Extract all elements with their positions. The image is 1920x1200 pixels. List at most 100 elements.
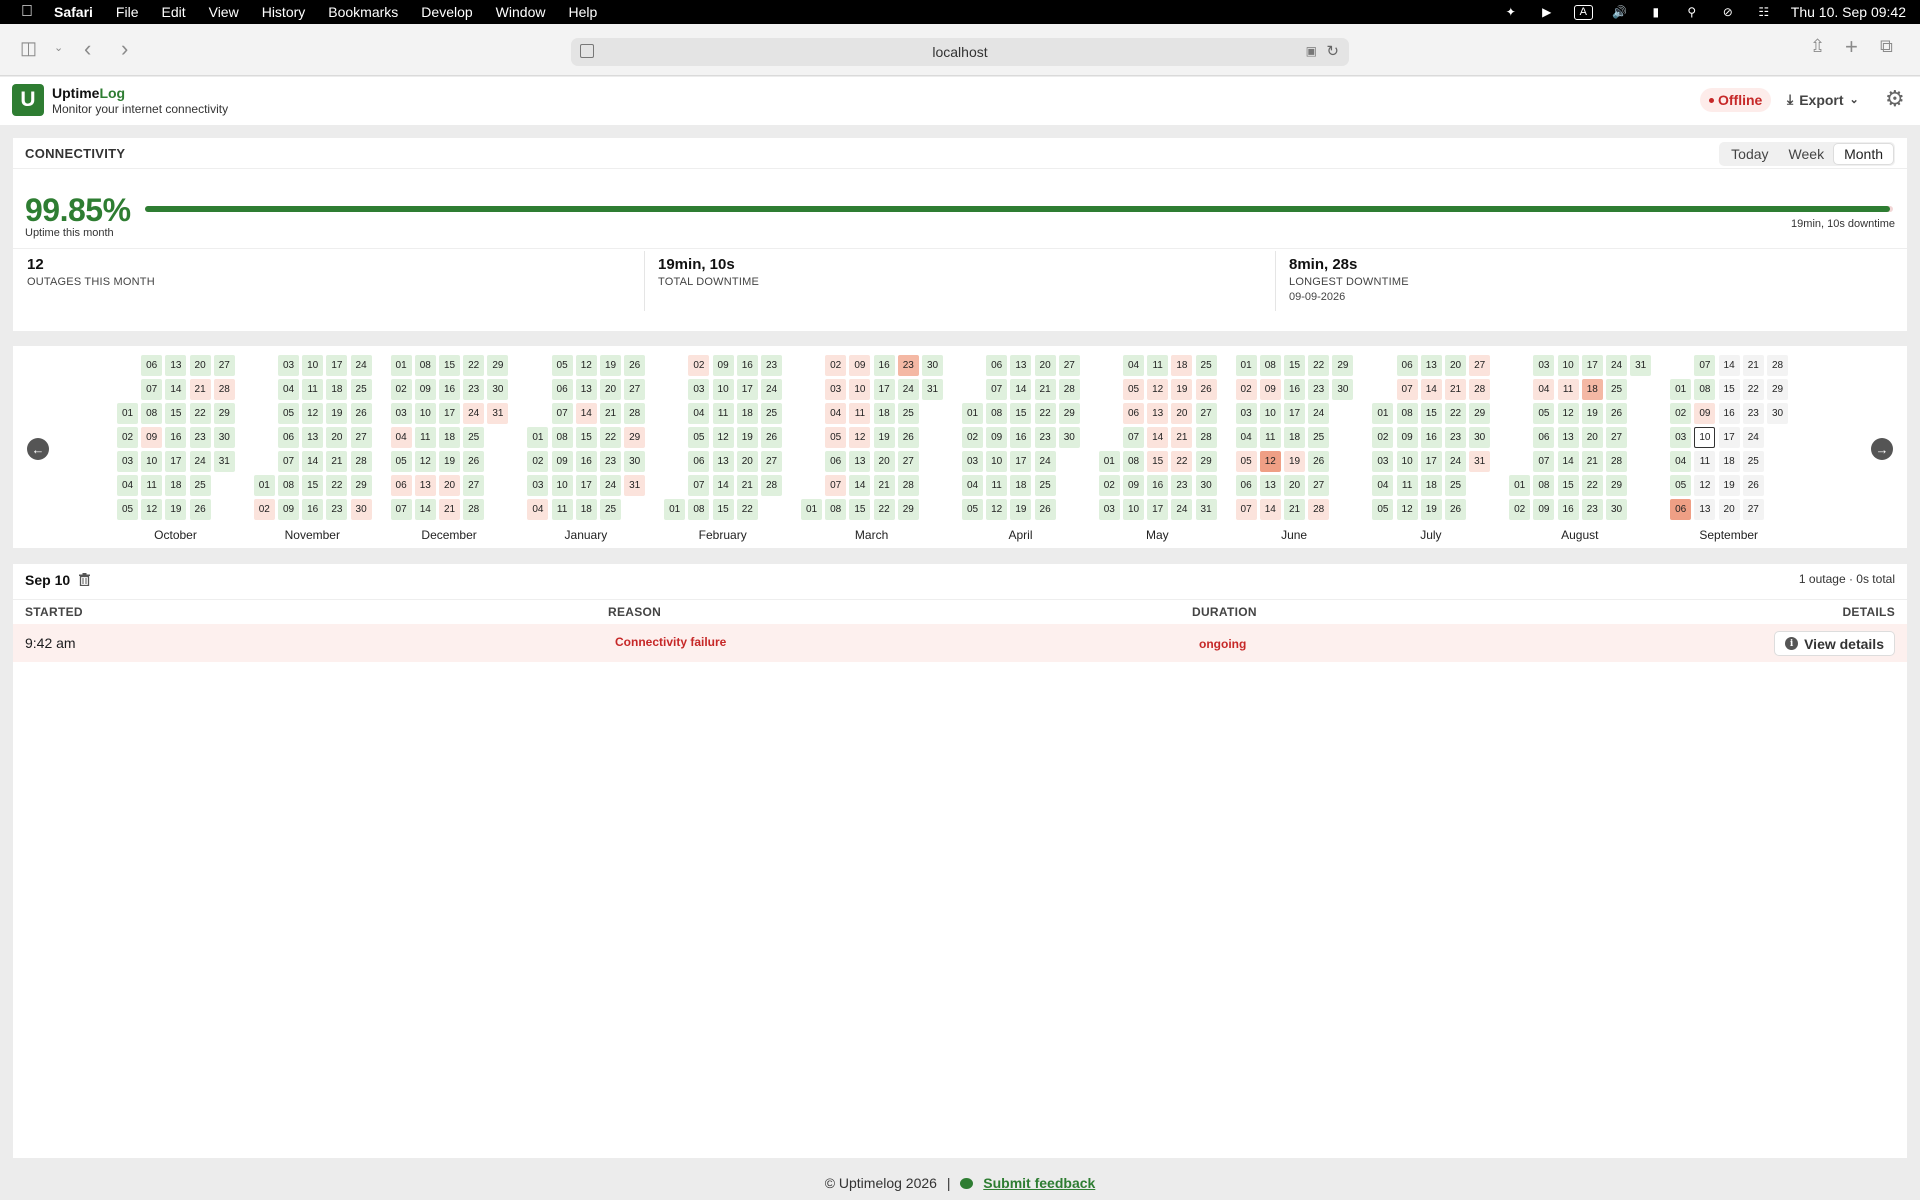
calendar-day-cell[interactable]: 31 [487, 403, 509, 424]
calendar-day-cell[interactable]: 22 [1581, 475, 1603, 496]
calendar-day-cell[interactable]: 07 [1123, 427, 1144, 448]
calendar-day-cell[interactable]: 30 [624, 451, 646, 472]
calendar-day-cell[interactable]: 30 [487, 379, 509, 400]
calendar-day-cell[interactable]: 14 [1010, 379, 1032, 400]
calendar-day-cell[interactable]: 16 [1147, 475, 1169, 496]
calendar-day-cell[interactable]: 10 [712, 379, 734, 400]
calendar-day-cell[interactable]: 01 [117, 403, 138, 424]
calendar-day-cell[interactable]: 27 [463, 475, 485, 496]
calendar-day-cell[interactable]: 26 [1606, 403, 1627, 424]
calendar-day-cell[interactable]: 08 [141, 403, 163, 424]
calendar-day-cell[interactable]: 26 [189, 499, 211, 520]
calendar-day-cell[interactable]: 04 [1670, 451, 1692, 472]
calendar-day-cell[interactable]: 05 [962, 499, 983, 520]
calendar-day-cell[interactable]: 28 [624, 403, 646, 424]
calendar-day-cell[interactable]: 03 [1670, 427, 1692, 448]
calendar-day-cell[interactable]: 18 [1581, 379, 1603, 400]
calendar-day-cell[interactable]: 07 [825, 475, 847, 496]
calendar-day-cell[interactable]: 31 [1195, 499, 1217, 520]
calendar-day-cell[interactable]: 01 [801, 499, 822, 520]
calendar-day-cell[interactable]: 12 [986, 499, 1008, 520]
back-icon[interactable]: ‹ [84, 36, 91, 62]
calendar-day-cell[interactable]: 08 [414, 355, 436, 376]
calendar-day-cell[interactable]: 05 [1670, 475, 1692, 496]
calendar-day-cell[interactable]: 23 [1171, 475, 1193, 496]
calendar-day-cell[interactable]: 05 [278, 403, 299, 424]
calendar-day-cell[interactable]: 19 [873, 427, 895, 448]
calendar-day-cell[interactable]: 11 [986, 475, 1008, 496]
calendar-day-cell[interactable]: 19 [1284, 451, 1305, 472]
calendar-day-cell[interactable]: 24 [463, 403, 485, 424]
calendar-day-cell[interactable]: 01 [1509, 475, 1531, 496]
calendar-day-cell[interactable]: 24 [1606, 355, 1627, 376]
calendar-day-cell[interactable]: 21 [736, 475, 758, 496]
calendar-day-cell[interactable]: 06 [1396, 355, 1418, 376]
calendar-day-cell[interactable]: 22 [189, 403, 211, 424]
calendar-day-cell[interactable]: 11 [141, 475, 163, 496]
calendar-day-cell[interactable]: 30 [922, 355, 943, 376]
calendar-day-cell[interactable]: 09 [712, 355, 734, 376]
calendar-day-cell[interactable]: 20 [189, 355, 211, 376]
calendar-day-cell[interactable]: 18 [1718, 451, 1740, 472]
sidebar-toggle-icon[interactable]: ◫ [20, 38, 37, 59]
calendar-day-cell[interactable]: 28 [1308, 499, 1330, 520]
calendar-day-cell[interactable]: 24 [189, 451, 211, 472]
menu-view[interactable]: View [209, 4, 239, 20]
calendar-day-cell[interactable]: 18 [1284, 427, 1305, 448]
calendar-day-cell[interactable]: 12 [414, 451, 436, 472]
calendar-day-cell[interactable]: 22 [736, 499, 758, 520]
calendar-day-cell[interactable]: 17 [736, 379, 758, 400]
calendar-day-cell[interactable]: 23 [1445, 427, 1466, 448]
calendar-day-cell[interactable]: 13 [575, 379, 597, 400]
calendar-day-cell[interactable]: 14 [302, 451, 324, 472]
calendar-day-cell[interactable]: 29 [1469, 403, 1491, 424]
calendar-day-cell[interactable]: 04 [278, 379, 299, 400]
calendar-day-cell[interactable]: 29 [1332, 355, 1354, 376]
calendar-day-cell[interactable]: 03 [1235, 403, 1257, 424]
calendar-day-cell[interactable]: 06 [825, 451, 847, 472]
calendar-day-cell[interactable]: 12 [141, 499, 163, 520]
calendar-day-cell[interactable]: 26 [1445, 499, 1466, 520]
new-tab-icon[interactable]: + [1845, 34, 1858, 60]
calendar-day-cell[interactable]: 06 [551, 379, 573, 400]
calendar-day-cell[interactable]: 14 [1147, 427, 1169, 448]
calendar-day-cell[interactable]: 20 [326, 427, 348, 448]
calendar-day-cell[interactable]: 29 [1058, 403, 1080, 424]
calendar-day-cell[interactable]: 28 [350, 451, 372, 472]
calendar-day-cell[interactable]: 14 [1557, 451, 1579, 472]
calendar-day-cell[interactable]: 09 [1694, 403, 1716, 424]
calendar-day-cell[interactable]: 07 [1235, 499, 1257, 520]
url-text[interactable]: localhost [932, 44, 987, 60]
calendar-day-cell[interactable]: 13 [712, 451, 734, 472]
calendar-day-cell[interactable]: 06 [1123, 403, 1144, 424]
calendar-day-cell[interactable]: 22 [1034, 403, 1056, 424]
calendar-day-cell[interactable]: 18 [165, 475, 187, 496]
calendar-day-cell[interactable]: 25 [1445, 475, 1466, 496]
calendar-day-cell[interactable]: 26 [463, 451, 485, 472]
calendar-day-cell[interactable]: 25 [1308, 427, 1330, 448]
calendar-day-cell[interactable]: 13 [1147, 403, 1169, 424]
calendar-day-cell[interactable]: 01 [962, 403, 983, 424]
calendar-day-cell[interactable]: 10 [1694, 427, 1716, 448]
calendar-day-cell[interactable]: 29 [624, 427, 646, 448]
calendar-day-cell[interactable]: 17 [575, 475, 597, 496]
calendar-day-cell[interactable]: 22 [1742, 379, 1764, 400]
calendar-day-cell[interactable]: 06 [278, 427, 299, 448]
calendar-day-cell[interactable]: 08 [688, 499, 710, 520]
calendar-day-cell[interactable]: 17 [1718, 427, 1740, 448]
calendar-day-cell[interactable]: 26 [897, 427, 919, 448]
calendar-day-cell[interactable]: 12 [712, 427, 734, 448]
calendar-day-cell[interactable]: 02 [390, 379, 412, 400]
calendar-day-cell[interactable]: 30 [350, 499, 372, 520]
calendar-day-cell[interactable]: 05 [1123, 379, 1144, 400]
menu-bookmarks[interactable]: Bookmarks [328, 4, 398, 20]
calendar-day-cell[interactable]: 17 [873, 379, 895, 400]
share-icon[interactable]: ⇫ [1810, 36, 1825, 57]
calendar-day-cell[interactable]: 09 [1396, 427, 1418, 448]
calendar-day-cell[interactable]: 19 [1171, 379, 1193, 400]
calendar-day-cell[interactable]: 01 [1098, 451, 1120, 472]
calendar-day-cell[interactable]: 04 [1123, 355, 1144, 376]
calendar-day-cell[interactable]: 28 [1469, 379, 1491, 400]
calendar-day-cell[interactable]: 02 [1670, 403, 1692, 424]
calendar-day-cell[interactable]: 16 [1010, 427, 1032, 448]
